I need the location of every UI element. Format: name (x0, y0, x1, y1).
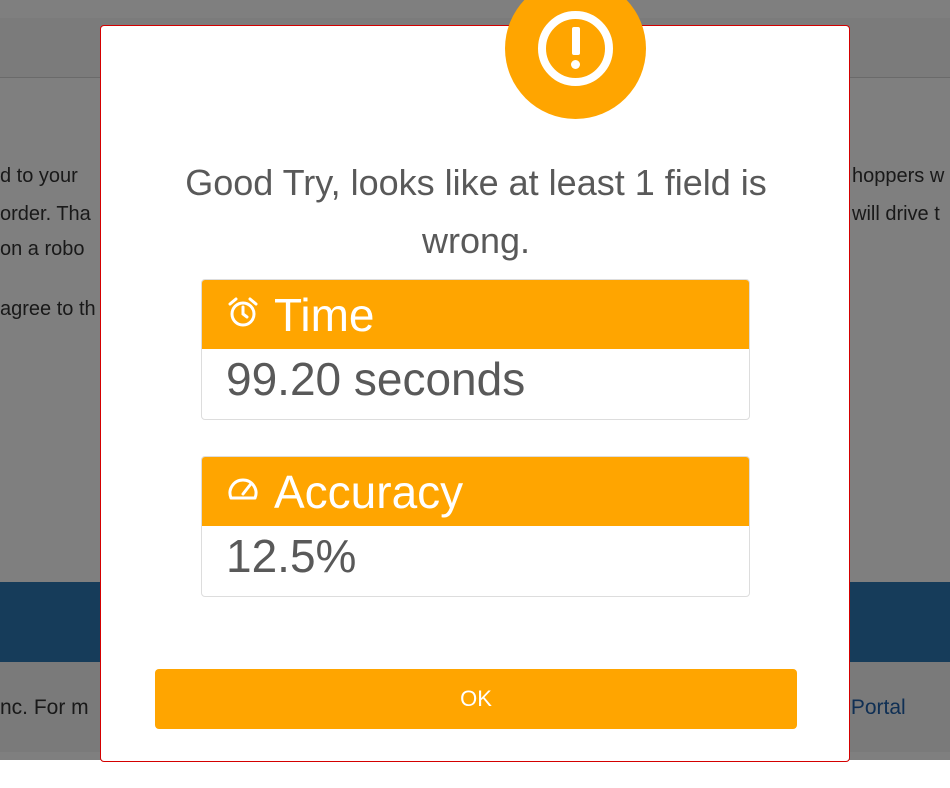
time-card: Time 99.20 seconds (201, 279, 750, 420)
alarm-clock-icon (226, 295, 260, 334)
time-label: Time (274, 288, 375, 341)
time-value: 99.20 seconds (226, 353, 526, 405)
accuracy-label: Accuracy (274, 465, 464, 518)
ok-button[interactable]: OK (155, 669, 797, 729)
speedometer-icon (226, 472, 260, 511)
accuracy-card: Accuracy 12.5% (201, 456, 750, 597)
modal-title: Good Try, looks like at least 1 field is… (185, 162, 767, 261)
exclamation-circle-icon (505, 0, 646, 119)
time-card-header: Time (202, 280, 749, 349)
accuracy-value: 12.5% (226, 530, 357, 582)
result-modal: Good Try, looks like at least 1 field is… (100, 0, 850, 762)
bottom-strip (0, 760, 950, 788)
accuracy-card-header: Accuracy (202, 457, 749, 526)
